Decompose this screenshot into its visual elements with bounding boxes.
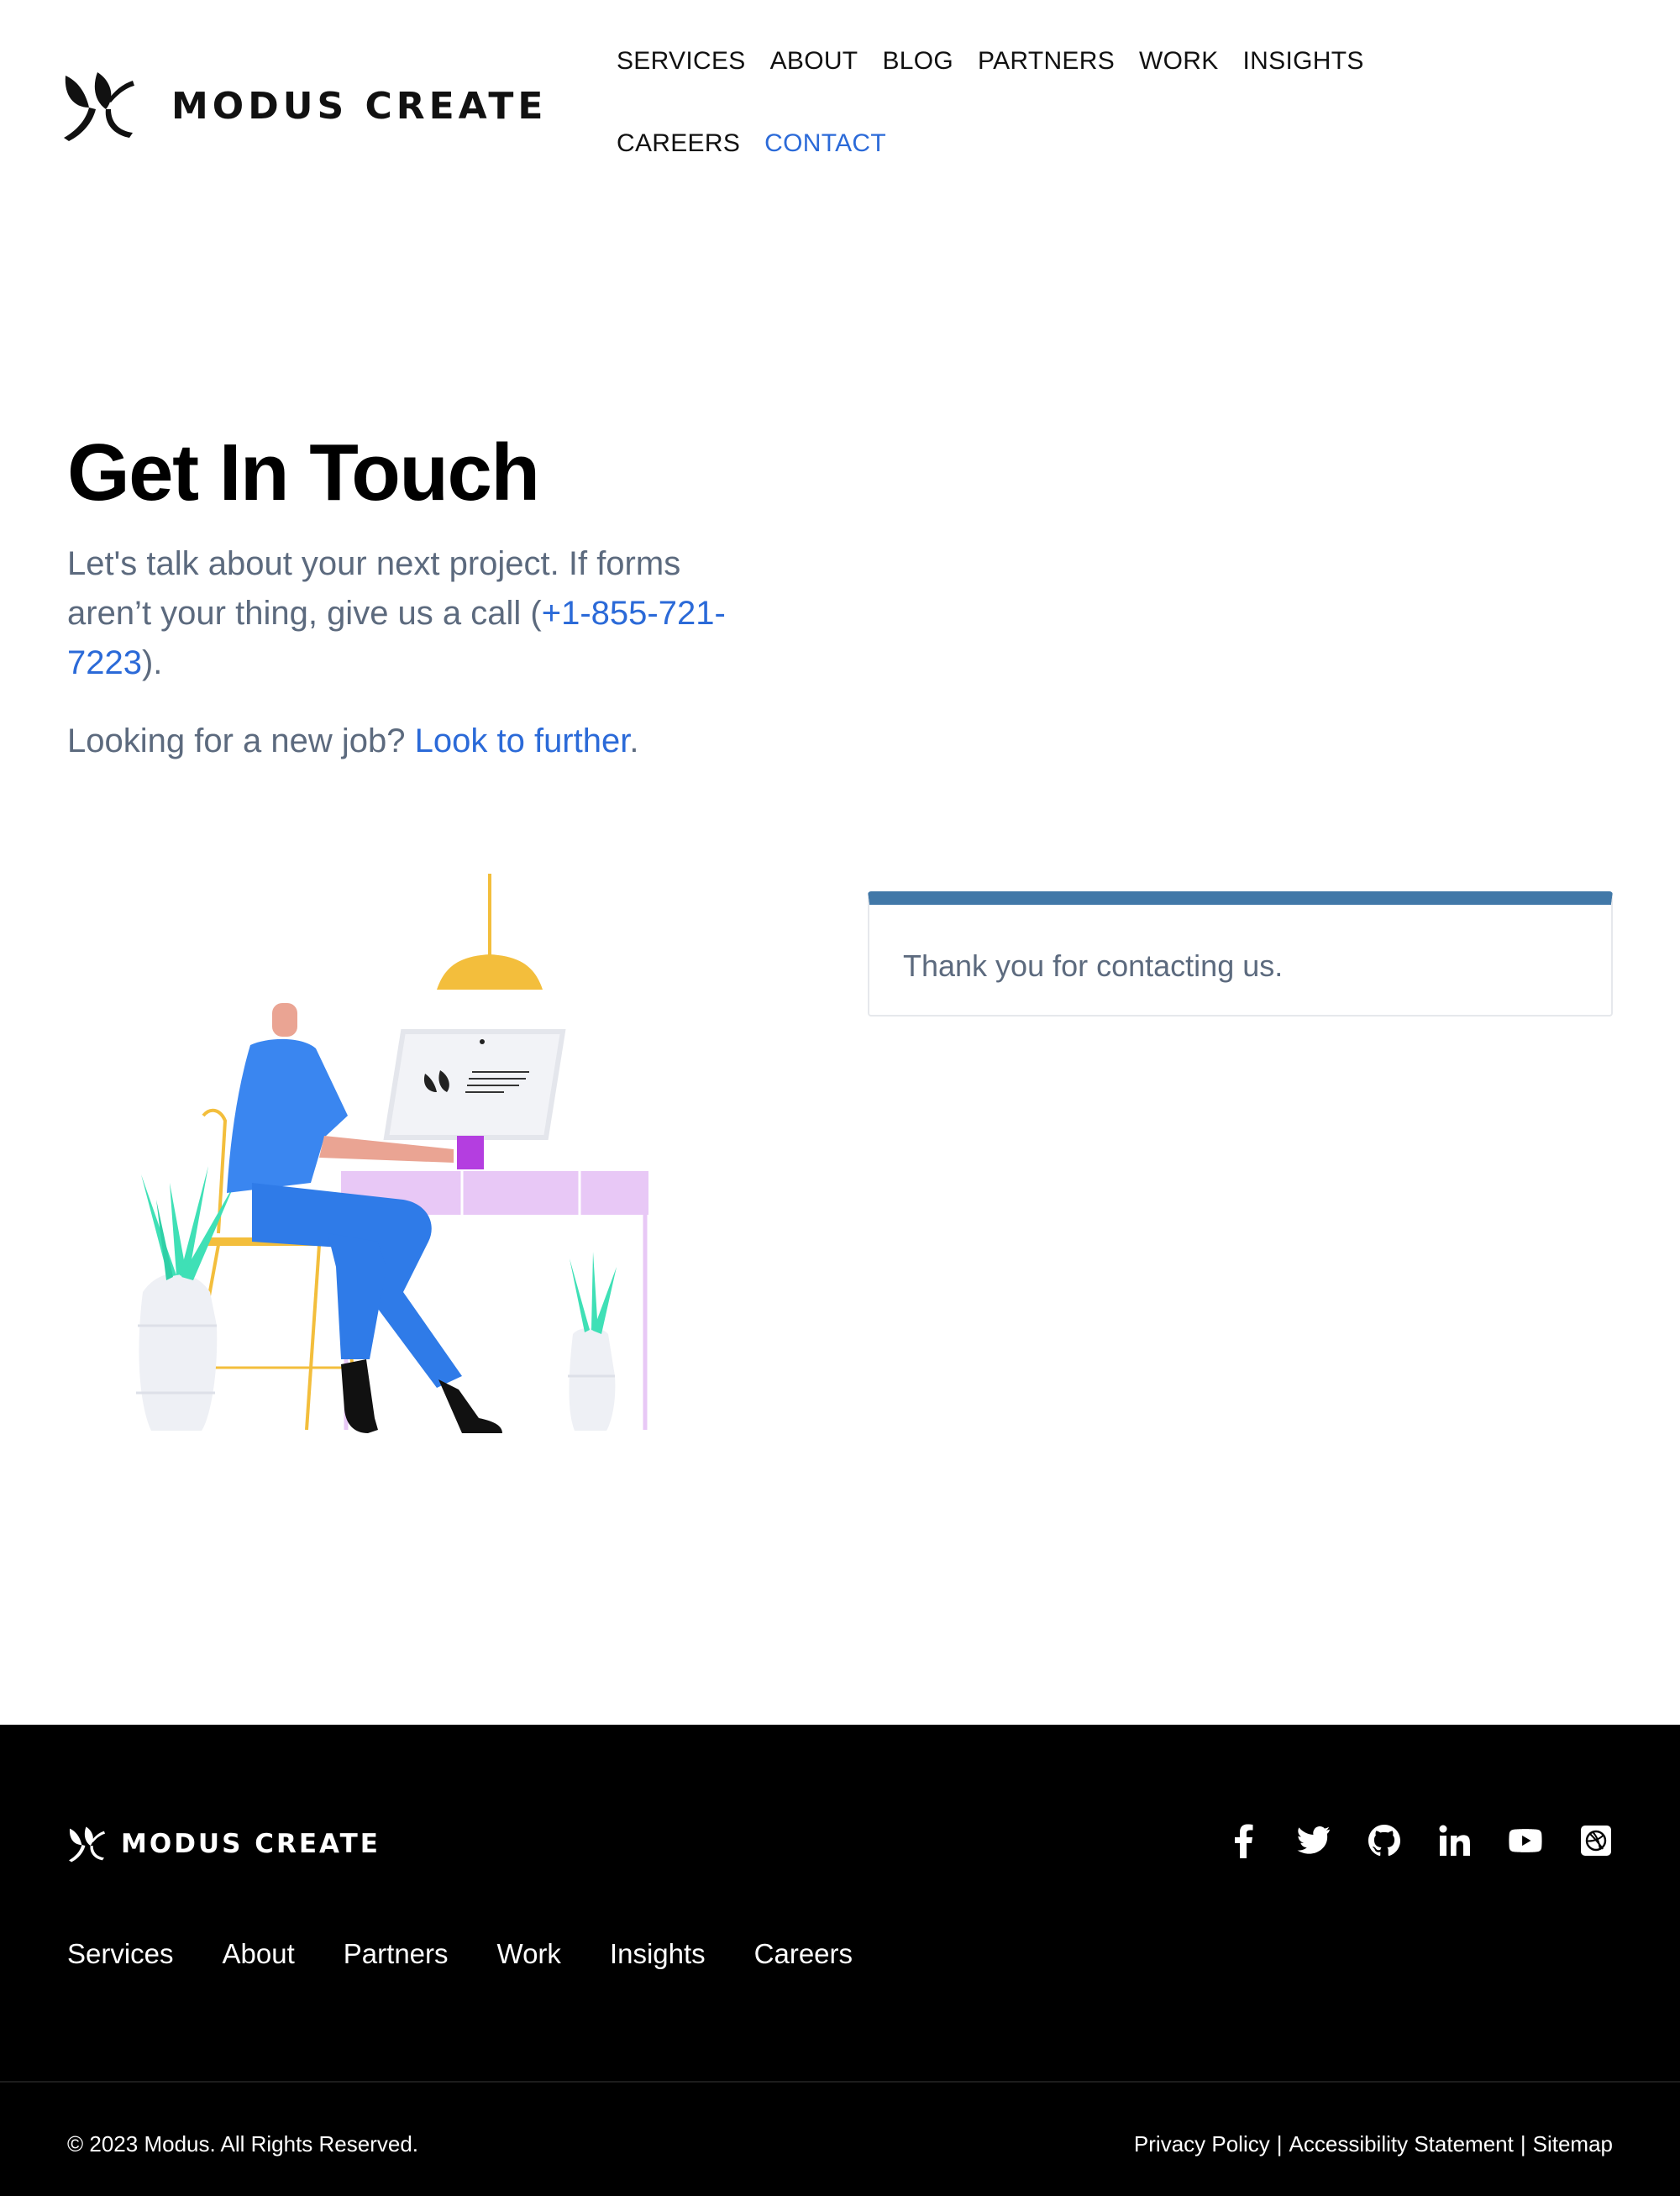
site-footer: MODUS CREATE Services About Partners Wor… — [0, 1725, 1680, 2196]
footer-link-services[interactable]: Services — [67, 1938, 174, 1970]
twitter-icon[interactable] — [1297, 1822, 1331, 1859]
intro-suffix: ). — [141, 644, 163, 681]
legal-separator: | — [1520, 2131, 1526, 2157]
intro-text: Let's talk about your next project. If f… — [67, 539, 756, 688]
dribbble-icon[interactable] — [1579, 1822, 1613, 1859]
nav-item-careers[interactable]: CAREERS — [617, 124, 740, 207]
job-prefix: Looking for a new job? — [67, 722, 415, 759]
person-at-desk-illustration — [136, 874, 648, 1433]
linkedin-icon[interactable] — [1438, 1822, 1472, 1859]
nav-item-about[interactable]: ABOUT — [770, 42, 858, 124]
nav-item-services[interactable]: SERVICES — [617, 42, 746, 124]
job-suffix: . — [629, 722, 639, 759]
success-message: Thank you for contacting us. — [903, 948, 1284, 983]
footer-logo-link[interactable]: MODUS CREATE — [67, 1826, 381, 1862]
copyright-text: © 2023 Modus. All Rights Reserved. — [67, 2131, 419, 2157]
modus-logo-icon — [69, 1826, 105, 1862]
footer-divider — [0, 2081, 1680, 2083]
facebook-icon[interactable] — [1226, 1822, 1260, 1859]
success-alert: Thank you for contacting us. — [868, 891, 1613, 1017]
footer-nav: Services About Partners Work Insights Ca… — [67, 1938, 901, 1970]
accessibility-statement-link[interactable]: Accessibility Statement — [1289, 2131, 1514, 2157]
job-text: Looking for a new job? Look to further. — [67, 722, 638, 760]
footer-link-about[interactable]: About — [223, 1938, 295, 1970]
nav-item-insights[interactable]: INSIGHTS — [1243, 42, 1364, 124]
main-nav: SERVICES ABOUT BLOG PARTNERS WORK INSIGH… — [617, 42, 1490, 207]
footer-link-work[interactable]: Work — [497, 1938, 561, 1970]
site-header: MODUS CREATE SERVICES ABOUT BLOG PARTNER… — [0, 0, 1680, 193]
nav-item-partners[interactable]: PARTNERS — [978, 42, 1115, 124]
nav-item-blog[interactable]: BLOG — [882, 42, 953, 124]
footer-link-careers[interactable]: Careers — [754, 1938, 853, 1970]
nav-item-work[interactable]: WORK — [1139, 42, 1219, 124]
brand-name: MODUS CREATE — [171, 84, 548, 128]
legal-links: Privacy Policy | Accessibility Statement… — [1134, 2131, 1613, 2157]
page-title: Get In Touch — [67, 428, 540, 517]
social-links — [1226, 1822, 1613, 1859]
footer-brand-name: MODUS CREATE — [121, 1829, 381, 1859]
sitemap-link[interactable]: Sitemap — [1533, 2131, 1613, 2157]
nav-item-contact[interactable]: CONTACT — [764, 124, 886, 207]
brand-logo-link[interactable]: MODUS CREATE — [60, 71, 547, 141]
github-icon[interactable] — [1368, 1822, 1401, 1859]
youtube-icon[interactable] — [1509, 1822, 1542, 1859]
modus-logo-icon — [64, 72, 134, 141]
footer-link-insights[interactable]: Insights — [610, 1938, 706, 1970]
footer-link-partners[interactable]: Partners — [344, 1938, 449, 1970]
privacy-policy-link[interactable]: Privacy Policy — [1134, 2131, 1270, 2157]
careers-link[interactable]: Look to further — [415, 722, 630, 759]
legal-separator: | — [1276, 2131, 1283, 2157]
